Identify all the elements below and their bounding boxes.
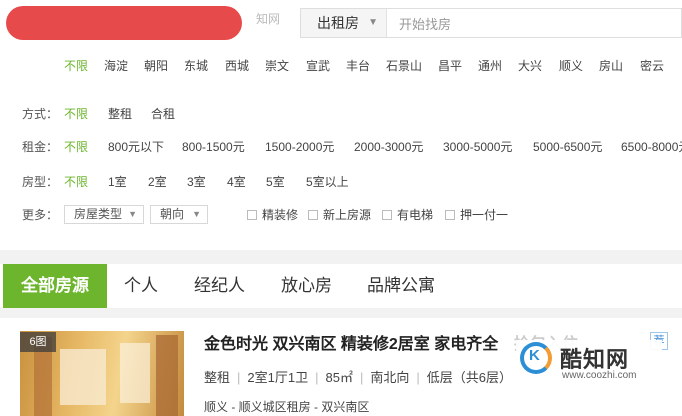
room-type-option-any[interactable]: 不限 [64, 172, 88, 192]
district-option[interactable]: 东城 [184, 56, 208, 76]
filter-panel: 不限 海淀 朝阳 东城 西城 崇文 宣武 丰台 石景山 昌平 通州 大兴 顺义 … [0, 52, 682, 250]
listing-location[interactable]: 顺义 - 顺义城区租房 - 双兴南区 [204, 398, 369, 415]
fine-decoration-checkbox[interactable] [247, 210, 257, 220]
rent-option[interactable]: 2000-3000元 [354, 137, 423, 157]
search-input[interactable] [397, 13, 671, 35]
room-type-option[interactable]: 5室 [266, 172, 285, 192]
room-type-option[interactable]: 5室以上 [306, 172, 349, 192]
chevron-down-icon: ▼ [128, 209, 137, 219]
district-option[interactable]: 海淀 [104, 56, 128, 76]
watermark: K 酷知网 www.coozhi.com [516, 340, 662, 388]
rent-option[interactable]: 6500-8000元 [621, 137, 682, 157]
tab-agent[interactable]: 经纪人 [194, 264, 245, 308]
district-option[interactable]: 朝阳 [144, 56, 168, 76]
district-option[interactable]: 通州 [478, 56, 502, 76]
tab-brand-apartment[interactable]: 品牌公寓 [367, 264, 435, 308]
search-type-dropdown[interactable]: 出租房 ▼ [301, 9, 387, 37]
top-header: 知网 出租房 ▼ [0, 0, 682, 52]
deposit-one-pay-one-checkbox[interactable] [445, 210, 455, 220]
listing-title[interactable]: 金色时光 双兴南区 精装修2居室 家电齐全 [204, 330, 498, 354]
tab-all-listings[interactable]: 全部房源 [3, 264, 107, 308]
district-option[interactable]: 密云 [640, 56, 664, 76]
district-option[interactable]: 丰台 [346, 56, 370, 76]
rent-option[interactable]: 5000-6500元 [533, 137, 602, 157]
has-elevator-checkbox[interactable] [382, 210, 392, 220]
floor: 低层（共6层） [426, 370, 512, 385]
district-option[interactable]: 崇文 [265, 56, 289, 76]
district-option[interactable]: 西城 [225, 56, 249, 76]
room-type-filter-label: 房型： [22, 175, 59, 189]
district-option[interactable]: 昌平 [438, 56, 462, 76]
district-option[interactable]: 宣武 [306, 56, 330, 76]
rent-option[interactable]: 3000-5000元 [443, 137, 512, 157]
district-option-any[interactable]: 不限 [64, 56, 88, 76]
rent-filter-label: 租金： [22, 140, 59, 154]
mode-option-whole[interactable]: 整租 [108, 104, 132, 124]
room-type-option[interactable]: 4室 [227, 172, 246, 192]
rent-option[interactable]: 1500-2000元 [265, 137, 334, 157]
rent-option[interactable]: 800-1500元 [182, 137, 245, 157]
fine-decoration-label[interactable]: 精装修 [262, 205, 298, 225]
tab-individual[interactable]: 个人 [124, 264, 158, 308]
listing-tabs: 全部房源 个人 经纪人 放心房 品牌公寓 [0, 264, 682, 308]
district-option[interactable]: 房山 [599, 56, 623, 76]
district-option[interactable]: 顺义 [559, 56, 583, 76]
new-listing-checkbox[interactable] [308, 210, 318, 220]
room-layout: 2室1厅1卫 [247, 370, 309, 385]
mode-option-shared[interactable]: 合租 [151, 104, 175, 124]
has-elevator-label[interactable]: 有电梯 [397, 205, 433, 225]
search-type-label: 出租房 [317, 15, 359, 31]
photo-count-badge: 6图 [20, 332, 56, 352]
logo-text-tail: 知网 [256, 12, 281, 26]
more-filter-label: 更多： [22, 208, 59, 222]
new-listing-label[interactable]: 新上房源 [323, 205, 371, 225]
district-option[interactable]: 石景山 [386, 56, 422, 76]
house-type-dropdown[interactable]: 房屋类型 ▼ [64, 205, 144, 224]
district-option[interactable]: 大兴 [518, 56, 542, 76]
rent-mode: 整租 [204, 370, 231, 385]
orientation-dropdown[interactable]: 朝向 ▼ [150, 205, 208, 224]
redacted-logo [6, 6, 242, 40]
house-type-dropdown-label: 房屋类型 [74, 207, 123, 221]
mode-option-any[interactable]: 不限 [64, 104, 88, 124]
watermark-url: www.coozhi.com [562, 370, 637, 381]
mode-filter-label: 方式： [22, 107, 59, 121]
rent-option[interactable]: 800元以下 [108, 137, 164, 157]
chevron-down-icon: ▼ [192, 209, 201, 219]
room-type-option[interactable]: 3室 [187, 172, 206, 192]
room-type-option[interactable]: 2室 [148, 172, 167, 192]
room-type-option[interactable]: 1室 [108, 172, 127, 192]
area: 85㎡ [325, 370, 353, 385]
deposit-one-pay-one-label[interactable]: 押一付一 [460, 205, 508, 225]
search-box: 出租房 ▼ [300, 8, 682, 38]
orientation-dropdown-label: 朝向 [160, 207, 185, 221]
more-filter-row: 更多： 房屋类型 ▼ 朝向 ▼ 精装修 新上房源 有电梯 押一付一 [0, 205, 682, 225]
orientation: 南北向 [370, 370, 410, 385]
rent-option-any[interactable]: 不限 [64, 137, 88, 157]
coozhi-logo-icon: K [520, 342, 552, 374]
chevron-down-icon: ▼ [368, 17, 378, 28]
tab-trusted-house[interactable]: 放心房 [281, 264, 332, 308]
listing-attributes: 整租 | 2室1厅1卫 | 85㎡ | 南北向 | 低层（共6层） [204, 370, 512, 385]
